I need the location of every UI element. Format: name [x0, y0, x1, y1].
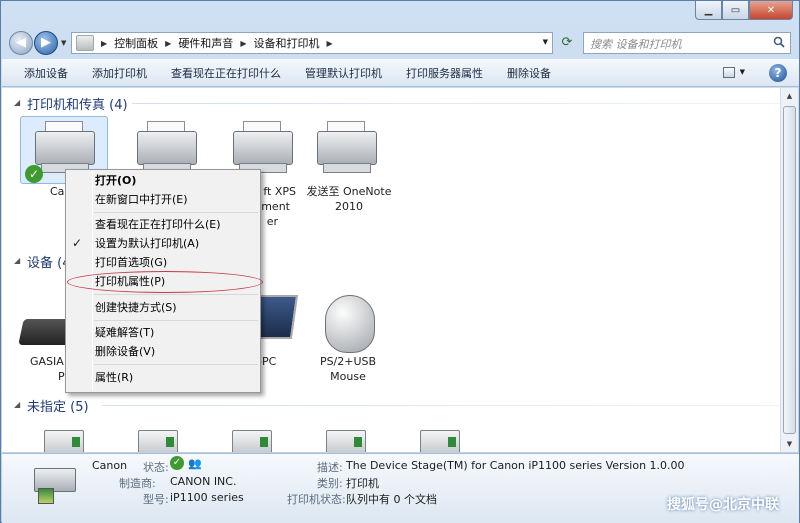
forward-button[interactable]: ▶ [34, 31, 58, 55]
menu-separator [94, 212, 258, 213]
manufacturer-label: 制造商: [119, 477, 156, 490]
description-label: 描述: [317, 461, 343, 474]
chevron-right-icon[interactable]: ▶ [165, 39, 171, 48]
group-printers-header[interactable]: ◢ 打印机和传真 (4) [2, 94, 780, 113]
group-unspecified-title: 未指定 (5) [27, 400, 89, 415]
minimize-button[interactable]: ▁ [695, 1, 722, 20]
device-mouse[interactable]: PS/2+USB Mouse [304, 294, 392, 384]
checkmark-icon: ✓ [72, 236, 83, 250]
category-value: 打印机 [346, 477, 379, 490]
address-row: ◀ ▶ ▼ ▶ 控制面板 ▶ 硬件和声音 ▶ 设备和打印机 ▶ ▼ ⟳ 搜索 设… [1, 29, 799, 57]
maximize-button[interactable]: ▭ [722, 1, 749, 20]
group-divider [102, 405, 780, 406]
menu-item-set-default[interactable]: 设置为默认打印机(A) [95, 235, 199, 253]
status-label: 状态: [143, 461, 169, 474]
manufacturer-value: CANON INC. [170, 475, 237, 488]
address-dropdown-icon[interactable]: ▼ [543, 38, 548, 46]
chevron-right-icon[interactable]: ▶ [326, 39, 332, 48]
breadcrumb-devices-printers[interactable]: 设备和打印机 [253, 35, 319, 51]
highlight-ellipse [67, 271, 263, 293]
back-button[interactable]: ◀ [9, 31, 33, 55]
device-label-line2: Mouse [330, 370, 366, 383]
default-check-icon: ✓ [25, 165, 43, 183]
category-label: 类别: [317, 477, 343, 490]
menu-separator [94, 294, 258, 295]
model-value: iP1100 series [170, 491, 244, 504]
description-value: The Device Stage(TM) for Canon iP1100 se… [346, 459, 685, 472]
see-whats-printing-button[interactable]: 查看现在正在打印什么 [159, 65, 293, 81]
close-button[interactable]: ✕ [749, 1, 793, 20]
search-input[interactable]: 搜索 设备和打印机 [583, 32, 791, 54]
unspecified-device-4[interactable] [326, 430, 366, 452]
users-icon: 👥 [188, 457, 202, 470]
print-server-properties-button[interactable]: 打印服务器属性 [394, 65, 495, 81]
group-devices-title: 设备 (4 [27, 256, 71, 271]
address-bar[interactable]: ▶ 控制面板 ▶ 硬件和声音 ▶ 设备和打印机 ▶ ▼ [71, 32, 553, 54]
device-label-line1: PS/2+USB [319, 355, 377, 368]
refresh-button[interactable]: ⟳ [557, 34, 577, 52]
chevron-right-icon[interactable]: ▶ [240, 39, 246, 48]
group-unspecified-header[interactable]: ◢ 未指定 (5) [2, 396, 780, 415]
device-onenote[interactable]: 发送至 OneNote 2010 [302, 116, 396, 214]
device-label-line2: 2010 [335, 200, 363, 213]
remove-device-button[interactable]: 删除设备 [495, 65, 563, 81]
explorer-window: ▁ ▭ ✕ ◀ ▶ ▼ ▶ 控制面板 ▶ 硬件和声音 ▶ 设备和打印机 ▶ ▼ … [0, 0, 800, 523]
scroll-up-icon[interactable]: ▲ [781, 88, 798, 104]
view-dropdown-icon[interactable]: ▼ [740, 68, 745, 76]
vertical-scrollbar[interactable]: ▲ ▼ [780, 88, 798, 452]
search-icon[interactable] [773, 36, 785, 48]
printer-status-label: 打印机状态: [287, 493, 346, 506]
collapse-arrow-icon[interactable]: ◢ [14, 400, 20, 409]
collapse-arrow-icon[interactable]: ◢ [14, 98, 20, 107]
unspecified-device-5[interactable] [420, 430, 460, 452]
menu-item-open-new-window[interactable]: 在新窗口中打开(E) [95, 191, 188, 209]
window-controls: ▁ ▭ ✕ [695, 1, 793, 20]
collapse-arrow-icon[interactable]: ◢ [14, 256, 20, 265]
menu-item-printing-preferences[interactable]: 打印首选项(G) [95, 254, 167, 272]
scroll-thumb[interactable] [783, 106, 796, 434]
menu-separator [94, 364, 258, 365]
help-icon[interactable]: ? [769, 64, 787, 82]
command-bar: 添加设备 添加打印机 查看现在正在打印什么 管理默认打印机 打印服务器属性 删除… [2, 59, 799, 87]
add-printer-button[interactable]: 添加打印机 [80, 65, 159, 81]
device-label-line1: 发送至 OneNote [306, 185, 392, 198]
menu-item-create-shortcut[interactable]: 创建快捷方式(S) [95, 299, 177, 317]
add-device-button[interactable]: 添加设备 [2, 65, 80, 81]
breadcrumb-control-panel[interactable]: 控制面板 [114, 35, 158, 51]
group-printers-title: 打印机和传真 (4) [27, 98, 128, 113]
menu-item-properties[interactable]: 属性(R) [95, 369, 133, 387]
manage-default-printers-button[interactable]: 管理默认打印机 [293, 65, 394, 81]
group-divider [132, 103, 780, 104]
control-panel-icon [76, 35, 94, 51]
menu-item-remove-device[interactable]: 删除设备(V) [95, 343, 155, 361]
chevron-right-icon[interactable]: ▶ [101, 39, 107, 48]
menu-separator [94, 320, 258, 321]
status-ok-icon: ✓ [170, 456, 184, 470]
menu-item-open[interactable]: 打开(O) [95, 172, 136, 190]
printer-icon [28, 462, 80, 506]
watermark: 搜狐号@北京中联 [667, 497, 779, 513]
breadcrumb-hardware-sound[interactable]: 硬件和声音 [178, 35, 233, 51]
recent-pages-dropdown[interactable]: ▼ [61, 39, 66, 47]
mouse-icon [304, 294, 392, 354]
title-bar: ▁ ▭ ✕ [1, 1, 799, 25]
model-label: 型号: [143, 493, 169, 506]
change-view-icon[interactable] [723, 67, 735, 78]
menu-item-see-printing[interactable]: 查看现在正在打印什么(E) [95, 216, 221, 234]
unspecified-device-2[interactable] [138, 430, 178, 452]
search-placeholder: 搜索 设备和打印机 [590, 38, 682, 51]
details-pane: Canon 状态: ✓ 👥 制造商: CANON INC. 型号: iP1100… [2, 453, 799, 523]
printer-status-value: 队列中有 0 个文档 [346, 493, 437, 506]
printer-icon [302, 116, 390, 184]
unspecified-device-1[interactable] [44, 430, 84, 452]
unspecified-device-3[interactable] [232, 430, 272, 452]
scroll-down-icon[interactable]: ▼ [781, 436, 798, 452]
device-name: Canon [92, 459, 128, 472]
menu-item-troubleshoot[interactable]: 疑难解答(T) [95, 324, 154, 342]
